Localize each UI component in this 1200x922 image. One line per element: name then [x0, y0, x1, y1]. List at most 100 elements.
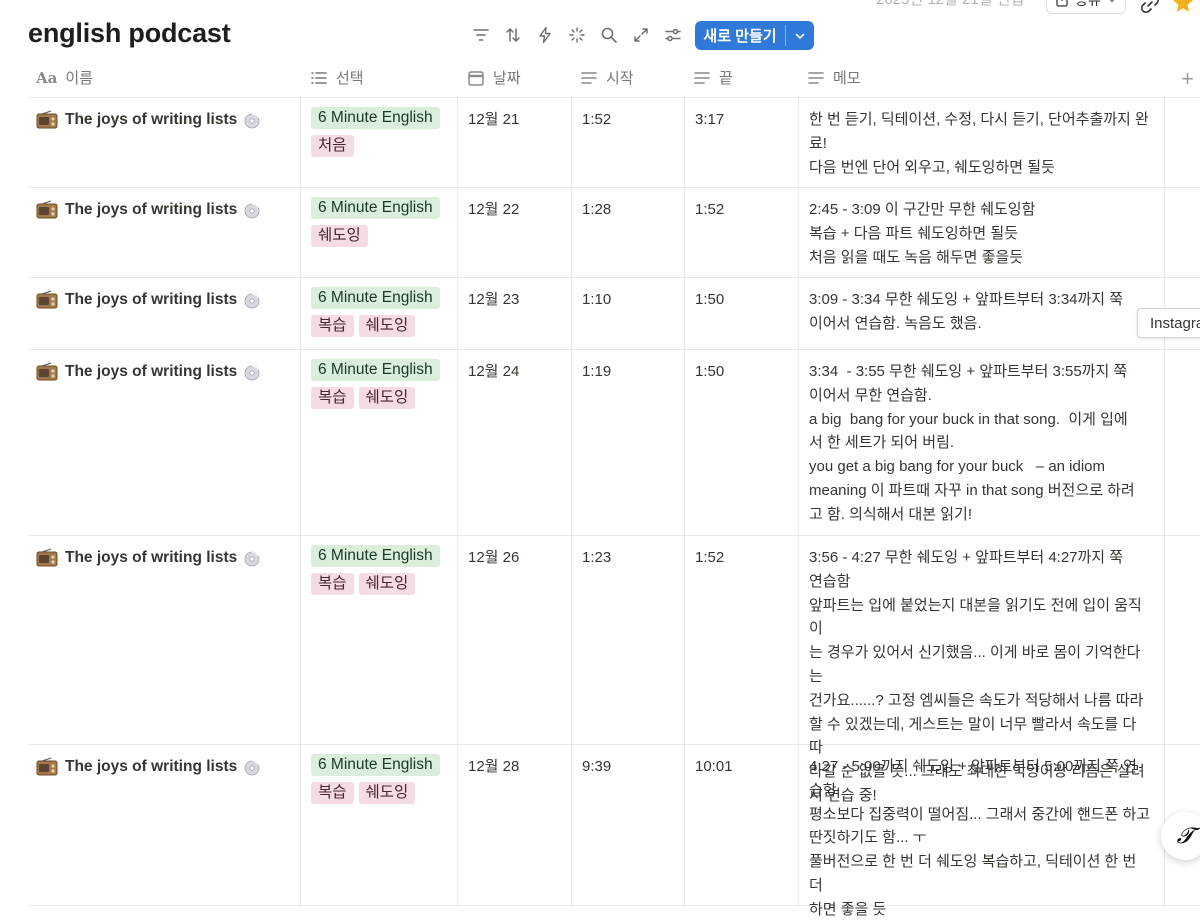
start-cell[interactable]: 1:10 — [571, 278, 684, 349]
memo-line: 2:45 - 3:09 이 구간만 무한 쉐도잉함 — [809, 201, 1036, 218]
end-cell[interactable]: 1:50 — [684, 350, 798, 535]
date-cell[interactable]: 12월 28 — [457, 745, 571, 905]
memo-cell[interactable]: 3:09 - 3:34 무한 쉐도잉 + 앞파트부터 3:34까지 쭉 이어서 연… — [798, 278, 1164, 349]
page-name[interactable]: The joys of writing lists — [65, 546, 237, 569]
empty-cell — [1164, 188, 1200, 277]
column-header-memo[interactable]: 메모 — [807, 58, 861, 97]
page-name[interactable]: The joys of writing lists — [65, 755, 237, 778]
tag-badge: 6 Minute English — [311, 197, 440, 219]
select-cell[interactable]: 6 Minute English 쉐도잉 — [300, 188, 457, 277]
end-cell[interactable]: 1:50 — [684, 278, 798, 349]
select-cell[interactable]: 6 Minute English 복습 쉐도잉 — [300, 536, 457, 744]
text-lines-icon — [694, 71, 710, 84]
end-cell[interactable]: 1:52 — [684, 188, 798, 277]
start-cell[interactable]: 1:52 — [571, 98, 684, 187]
table-row[interactable]: The joys of writing lists 6 Minute Engli… — [28, 745, 1200, 918]
name-cell[interactable]: The joys of writing lists — [28, 745, 300, 905]
name-cell[interactable]: The joys of writing lists — [28, 350, 300, 535]
tag-badge: 복습 — [311, 387, 354, 409]
memo-line: 서 한 세트가 되어 버림. — [809, 434, 955, 452]
end-cell[interactable]: 3:17 — [684, 98, 798, 187]
column-header-end[interactable]: 끝 — [693, 58, 733, 97]
empty-cell — [1164, 536, 1200, 744]
memo-line: 평소보다 집중력이 떨어짐... 그래서 중간에 핸드폰 하고 — [809, 805, 1151, 823]
cd-icon — [244, 203, 260, 219]
start-cell[interactable]: 1:28 — [571, 188, 684, 277]
tag-badge: 복습 — [311, 782, 354, 804]
tag-badge: 6 Minute English — [311, 107, 440, 129]
name-cell[interactable]: The joys of writing lists — [28, 188, 300, 277]
page-name[interactable]: The joys of writing lists — [65, 288, 237, 311]
date-cell[interactable]: 12월 21 — [457, 98, 571, 187]
text-lines-icon — [581, 71, 597, 84]
memo-cell[interactable]: 3:56 - 4:27 무한 쉐도잉 + 앞파트부터 4:27까지 쭉 연습함 앞파… — [798, 536, 1164, 804]
end-cell[interactable]: 10:01 — [684, 745, 798, 905]
sparkle-icon — [569, 27, 585, 43]
empty-cell — [1164, 350, 1200, 535]
tag-badge: 쉐도잉 — [311, 225, 368, 247]
date-cell[interactable]: 12월 22 — [457, 188, 571, 277]
select-cell[interactable]: 6 Minute English 복습 쉐도잉 — [300, 745, 457, 905]
empty-cell — [1164, 98, 1200, 187]
table-row[interactable]: The joys of writing lists 6 Minute Engli… — [28, 350, 1200, 536]
name-cell[interactable]: The joys of writing lists — [28, 536, 300, 744]
start-cell[interactable]: 1:19 — [571, 350, 684, 535]
table-header: Aa 이름 선택 날짜 시작 끝 메모 + — [28, 58, 1200, 98]
new-dropdown-button[interactable] — [786, 21, 814, 50]
search-icon — [601, 27, 617, 43]
star-icon[interactable] — [1172, 0, 1194, 14]
start-cell[interactable]: 1:23 — [571, 536, 684, 744]
memo-line: you get a big bang for your buck – an id… — [809, 458, 1106, 476]
column-header-date[interactable]: 날짜 — [467, 58, 521, 97]
name-cell[interactable]: The joys of writing lists — [28, 278, 300, 349]
page-name[interactable]: The joys of writing lists — [65, 108, 237, 131]
select-cell[interactable]: 6 Minute English 복습 쉐도잉 — [300, 278, 457, 349]
search-button[interactable] — [598, 24, 620, 46]
table-row[interactable]: The joys of writing lists 6 Minute Engli… — [28, 278, 1200, 350]
radio-icon — [36, 200, 58, 219]
memo-cell[interactable]: 3:34 - 3:55 무한 쉐도잉 + 앞파트부터 3:55까지 쭉 이어서 무… — [798, 350, 1164, 535]
select-cell[interactable]: 6 Minute English 처음 — [300, 98, 457, 187]
link-icon[interactable] — [1140, 0, 1160, 14]
add-column-button[interactable]: + — [1181, 66, 1194, 92]
date-cell[interactable]: 12월 26 — [457, 536, 571, 744]
cd-icon — [244, 551, 260, 567]
table-row[interactable]: The joys of writing lists 6 Minute Engli… — [28, 188, 1200, 278]
start-cell[interactable]: 9:39 — [571, 745, 684, 905]
expand-button[interactable] — [630, 24, 652, 46]
end-cell[interactable]: 1:52 — [684, 536, 798, 744]
column-header-name[interactable]: Aa 이름 — [36, 58, 93, 97]
automation-button[interactable] — [534, 24, 556, 46]
table-row[interactable]: The joys of writing lists 6 Minute Engli… — [28, 98, 1200, 188]
calendar-icon — [468, 70, 484, 86]
sort-icon — [506, 28, 520, 42]
memo-cell[interactable]: 한 번 듣기, 딕테이션, 수정, 다시 듣기, 단어추출까지 완 료! 다음 번엔… — [798, 98, 1164, 187]
share-button[interactable]: 공유 — [1046, 0, 1126, 14]
cd-icon — [244, 365, 260, 381]
instagram-tooltip[interactable]: Instagram — [1137, 308, 1200, 338]
ai-button[interactable] — [566, 24, 588, 46]
page-name[interactable]: The joys of writing lists — [65, 198, 237, 221]
filter-button[interactable] — [470, 24, 492, 46]
name-cell[interactable]: The joys of writing lists — [28, 98, 300, 187]
date-cell[interactable]: 12월 23 — [457, 278, 571, 349]
page-name[interactable]: The joys of writing lists — [65, 360, 237, 383]
date-cell[interactable]: 12월 24 — [457, 350, 571, 535]
view-settings-button[interactable] — [662, 24, 684, 46]
memo-cell[interactable]: 2:45 - 3:09 이 구간만 무한 쉐도잉함 복습 + 다음 파트 쉐도잉하… — [798, 188, 1164, 277]
select-cell[interactable]: 6 Minute English 복습 쉐도잉 — [300, 350, 457, 535]
new-button-label: 새로 만들기 — [703, 28, 777, 45]
text-property-icon: Aa — [36, 68, 58, 87]
memo-line: 풀버전으로 한 번 더 쉐도잉 복습하고, 딕테이션 한 번 더 — [809, 853, 1141, 894]
chevron-down-icon — [795, 33, 805, 39]
new-button[interactable]: 새로 만들기 — [695, 21, 814, 50]
sort-button[interactable] — [502, 24, 524, 46]
table-row[interactable]: The joys of writing lists 6 Minute Engli… — [28, 536, 1200, 804]
column-header-select[interactable]: 선택 — [310, 58, 364, 97]
memo-line: 처음 읽을 때도 녹음 해두면 좋을듯 — [809, 248, 1024, 266]
tag-badge: 6 Minute English — [311, 754, 440, 776]
tag-badge: 쉐도잉 — [358, 782, 416, 804]
memo-cell[interactable]: 4:27 - 5:00까지 쉐도잉 + 앞파트부터 5:00까지 쭉 연 습함 평소… — [798, 745, 1164, 918]
column-header-start[interactable]: 시작 — [580, 58, 634, 97]
memo-line: 연습함 — [809, 572, 851, 590]
